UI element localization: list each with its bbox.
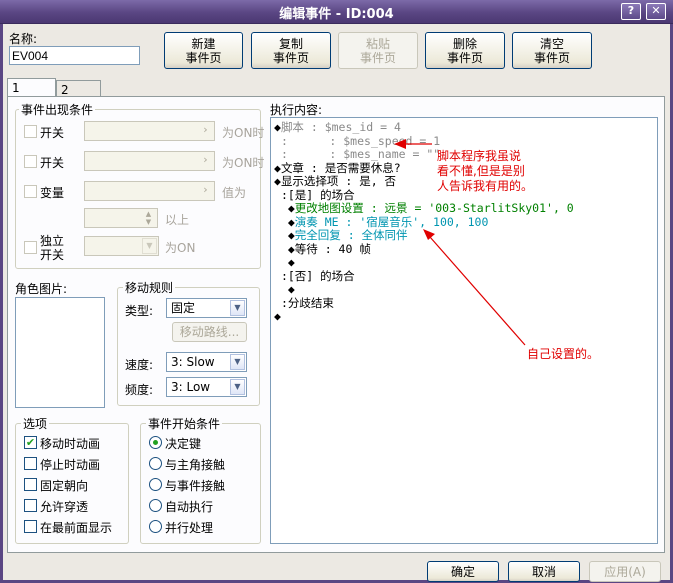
trigger-event-touch-label: 与事件接触 [165, 479, 226, 493]
annotation-arrowhead-1 [394, 139, 406, 149]
switch1-label: 开关 [40, 126, 65, 140]
new-page-label-2: 事件页 [185, 50, 222, 65]
trigger-autorun-label: 自动执行 [165, 500, 214, 514]
window-title: 编辑事件 - ID:004 [279, 7, 394, 22]
graphic-title: 角色图片: [15, 282, 68, 296]
new-page-label-1: 新建 [191, 36, 216, 51]
variable-label: 变量 [40, 186, 65, 200]
option-step-anime-checkbox[interactable] [24, 457, 37, 470]
switch1-suffix: 为ON时 [222, 126, 265, 140]
ok-label: 确定 [450, 564, 475, 579]
switch2-checkbox[interactable] [24, 155, 37, 168]
options-title: 选项 [21, 415, 50, 432]
paste-page-button[interactable]: 粘贴 事件页 [338, 32, 418, 69]
tab-page-2-label: 2 [61, 83, 69, 97]
paste-page-label-2: 事件页 [359, 50, 396, 65]
self-switch-select[interactable]: ▼ [84, 236, 159, 256]
annotation-note-1: 脚本程序我虽说 看不懂,但是是别 人告诉我有用的。 [437, 149, 533, 194]
conditions-title: 事件出现条件 [19, 101, 96, 118]
paste-page-label-1: 粘贴 [365, 36, 390, 51]
option-always-on-top-label: 在最前面显示 [40, 521, 113, 535]
option-step-anime-label: 停止时动画 [40, 458, 101, 472]
clear-page-label-1: 清空 [539, 36, 564, 51]
switch1-select[interactable]: › [84, 121, 215, 141]
self-switch-suffix: 为ON [165, 241, 196, 255]
movement-speed-value: 3: Slow [171, 355, 215, 369]
trigger-parallel-radio[interactable] [149, 520, 162, 533]
trigger-parallel-label: 并行处理 [165, 521, 214, 535]
trigger-player-touch-label: 与主角接触 [165, 458, 226, 472]
trigger-action-label: 决定键 [165, 437, 202, 451]
movement-speed-select[interactable]: 3: Slow ▼ [166, 352, 247, 372]
trigger-autorun-radio[interactable] [149, 499, 162, 512]
movement-type-select[interactable]: 固定 ▼ [166, 298, 247, 318]
switch1-checkbox[interactable] [24, 125, 37, 138]
window-frame-left [0, 24, 3, 583]
cancel-label: 取消 [531, 564, 556, 579]
clear-page-label-2: 事件页 [533, 50, 570, 65]
movement-speed-label: 速度: [125, 358, 154, 372]
name-input[interactable] [9, 46, 140, 65]
self-switch-checkbox[interactable] [24, 241, 37, 254]
self-switch-label-1: 独立 [40, 234, 65, 248]
switch2-select[interactable]: › [84, 151, 215, 171]
apply-button[interactable]: 应用(A) [589, 561, 661, 582]
movement-title: 移动规则 [123, 279, 176, 296]
movement-type-value: 固定 [171, 301, 196, 315]
movement-freq-value: 3: Low [171, 380, 211, 394]
apply-label: 应用(A) [604, 564, 646, 579]
annotation-arrowhead-2 [423, 229, 435, 240]
option-direction-fix-label: 固定朝向 [40, 479, 89, 493]
option-through-checkbox[interactable] [24, 499, 37, 512]
ok-button[interactable]: 确定 [427, 561, 499, 582]
clear-page-button[interactable]: 清空 事件页 [512, 32, 592, 69]
question-icon[interactable]: ? [621, 3, 641, 20]
new-page-button[interactable]: 新建 事件页 [164, 32, 243, 69]
annotation-arrow-2 [429, 236, 526, 346]
variable-select[interactable]: › [84, 181, 215, 201]
annotation-note-1-line-2: 看不懂,但是是别 [437, 164, 525, 178]
tab-page-1-label: 1 [12, 81, 20, 95]
movement-freq-label: 频度: [125, 383, 154, 397]
option-walk-anime-checkbox[interactable]: ✔ [24, 436, 37, 449]
move-route-label: 移动路线... [179, 325, 240, 339]
annotation-note-2: 自己设置的。 [527, 347, 600, 361]
option-through-label: 允许穿透 [40, 500, 89, 514]
copy-page-button[interactable]: 复制 事件页 [251, 32, 331, 69]
option-always-on-top-checkbox[interactable] [24, 520, 37, 533]
trigger-action-radio[interactable] [149, 436, 162, 449]
copy-page-label-1: 复制 [278, 36, 303, 51]
variable-checkbox[interactable] [24, 185, 37, 198]
variable-value-spinner[interactable]: ▲ ▼ [84, 208, 158, 228]
graphic-preview[interactable] [15, 297, 105, 408]
tab-page-1[interactable]: 1 [7, 78, 56, 98]
variable-suffix: 值为 [222, 186, 247, 200]
self-switch-label: 独立 开关 [40, 234, 64, 262]
contents-title: 执行内容: [270, 103, 323, 117]
variable-value-suffix: 以上 [165, 213, 190, 227]
switch2-label: 开关 [40, 156, 65, 170]
delete-page-button[interactable]: 删除 事件页 [425, 32, 505, 69]
delete-page-label-2: 事件页 [446, 50, 483, 65]
annotation-note-1-line-3: 人告诉我有用的。 [437, 179, 534, 193]
movement-type-label: 类型: [125, 304, 154, 318]
self-switch-label-2: 开关 [40, 248, 65, 262]
name-label: 名称: [9, 32, 38, 46]
copy-page-label-2: 事件页 [272, 50, 309, 65]
trigger-event-touch-radio[interactable] [149, 478, 162, 491]
switch2-suffix: 为ON时 [222, 156, 265, 170]
movement-freq-select[interactable]: 3: Low ▼ [166, 377, 247, 397]
trigger-player-touch-radio[interactable] [149, 457, 162, 470]
option-direction-fix-checkbox[interactable] [24, 478, 37, 491]
close-icon[interactable]: ✕ [646, 3, 666, 20]
cancel-button[interactable]: 取消 [508, 561, 580, 582]
move-route-button[interactable]: 移动路线... [172, 322, 247, 342]
delete-page-label-1: 删除 [452, 36, 477, 51]
annotation-note-1-line-1: 脚本程序我虽说 [437, 149, 522, 163]
option-walk-anime-label: 移动时动画 [40, 437, 101, 451]
trigger-title: 事件开始条件 [146, 415, 223, 432]
